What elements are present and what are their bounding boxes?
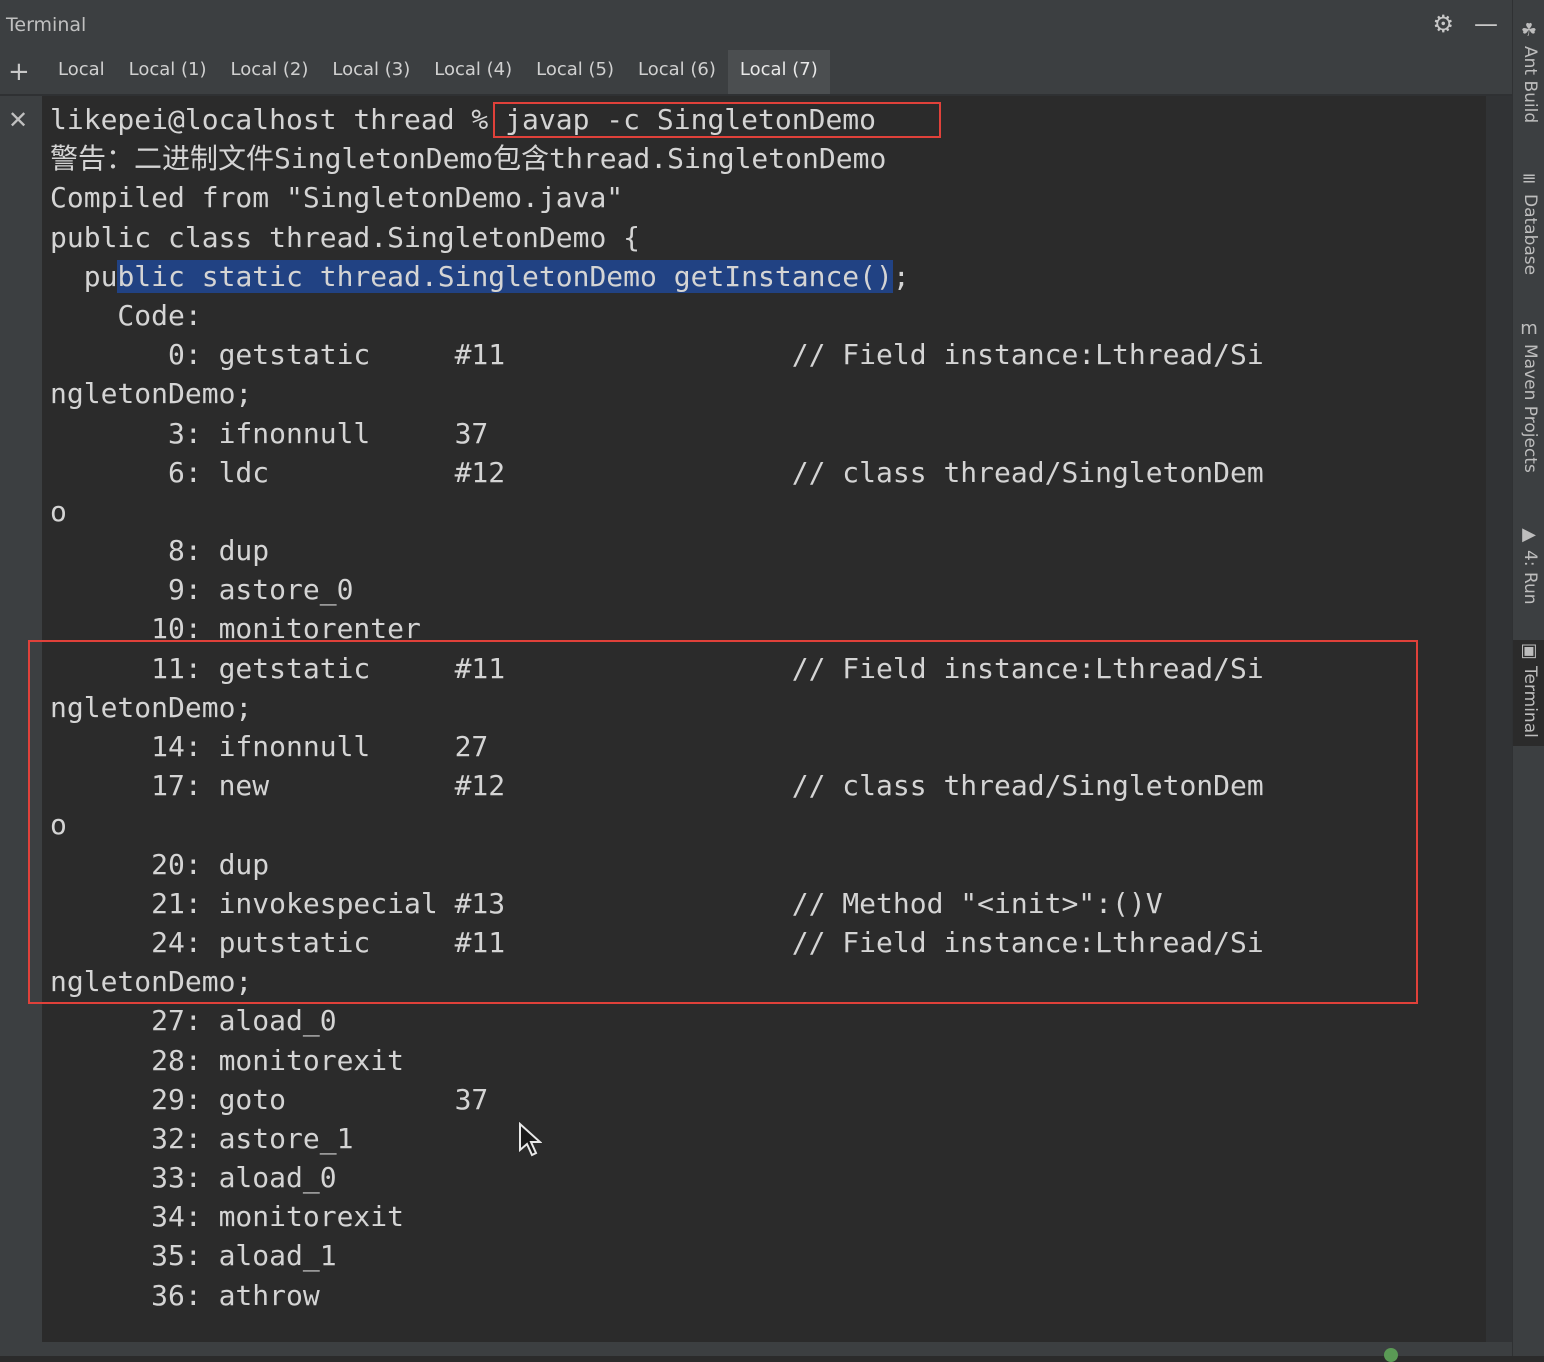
plus-icon[interactable]: + — [8, 58, 30, 86]
status-indicator-icon — [1384, 1348, 1398, 1362]
tab-local-5[interactable]: Local (5) — [524, 50, 626, 94]
output-line: 27: aload_0 — [50, 1004, 337, 1038]
run-icon: ▶ — [1522, 524, 1536, 545]
selected-text: blic static thread.SingletonDemo getInst… — [117, 259, 893, 293]
line-text: pu — [50, 259, 118, 293]
side-tool-maven[interactable]: m Maven Projects — [1513, 318, 1544, 473]
code-highlight-box — [28, 640, 1418, 1004]
side-tool-label: Maven Projects — [1520, 344, 1540, 473]
output-line: 32: astore_1 — [50, 1121, 354, 1155]
maven-icon: m — [1520, 318, 1538, 339]
output-line: 3: ifnonnull 37 — [50, 416, 489, 450]
output-line: 6: ldc #12 // class thread/SingletonDem — [50, 455, 1264, 489]
tab-local-4[interactable]: Local (4) — [422, 50, 524, 94]
close-icon[interactable]: ✕ — [8, 106, 28, 134]
line-text: ; — [892, 259, 910, 293]
output-line: 33: aload_0 — [50, 1161, 337, 1195]
tab-local-2[interactable]: Local (2) — [219, 50, 321, 94]
scrollbar[interactable] — [1486, 96, 1512, 1342]
side-tool-ant-build[interactable]: ☘ Ant Build — [1513, 20, 1544, 123]
header-actions: ⚙ — — [1432, 12, 1498, 36]
side-tool-label: Database — [1520, 194, 1540, 276]
side-tool-label: Ant Build — [1520, 46, 1540, 124]
output-line: 29: goto 37 — [50, 1082, 489, 1116]
output-line: Compiled from "SingletonDemo.java" — [50, 181, 624, 215]
minimize-icon[interactable]: — — [1474, 12, 1498, 36]
output-line: 34: monitorexit — [50, 1200, 405, 1234]
output-line: 9: astore_0 — [50, 573, 354, 607]
tab-local[interactable]: Local — [46, 50, 117, 94]
tool-window-title: Terminal — [6, 14, 87, 36]
output-line: 警告：二进制文件SingletonDemo包含thread.SingletonD… — [50, 142, 887, 176]
side-tool-label: Terminal — [1520, 666, 1540, 738]
output-line: ngletonDemo; — [50, 377, 253, 411]
tab-local-7[interactable]: Local (7) — [727, 50, 830, 94]
output-line: public static thread.SingletonDemo getIn… — [50, 257, 1264, 296]
tool-window-header: Terminal ⚙ — — [0, 0, 1512, 51]
database-icon: ≡ — [1521, 168, 1537, 189]
output-line: o — [50, 494, 67, 528]
gear-icon[interactable]: ⚙ — [1432, 12, 1454, 36]
terminal-icon: ▣ — [1520, 640, 1538, 661]
output-line: Code: — [50, 298, 202, 332]
status-bar — [0, 1342, 1512, 1362]
output-line: 0: getstatic #11 // Field instance:Lthre… — [50, 338, 1264, 372]
tab-local-1[interactable]: Local (1) — [117, 50, 219, 94]
side-tool-label: 4: Run — [1520, 550, 1540, 605]
output-line: 36: athrow — [50, 1278, 320, 1312]
output-line: public class thread.SingletonDemo { — [50, 220, 641, 254]
tab-list: Local Local (1) Local (2) Local (3) Local (4… — [46, 50, 830, 94]
prompt: likepei@localhost thread % — [50, 103, 506, 136]
side-tool-database[interactable]: ≡ Database — [1513, 168, 1544, 275]
side-tool-terminal[interactable]: ▣ Terminal — [1513, 640, 1544, 746]
ant-icon: ☘ — [1520, 20, 1538, 41]
tab-local-6[interactable]: Local (6) — [626, 50, 728, 94]
output-line: 8: dup — [50, 534, 270, 568]
output-line: 28: monitorexit — [50, 1043, 405, 1077]
side-tool-run[interactable]: ▶ 4: Run — [1513, 524, 1544, 605]
tab-local-3[interactable]: Local (3) — [320, 50, 422, 94]
mouse-cursor-icon — [518, 1121, 543, 1162]
command-highlight-box — [493, 102, 941, 138]
right-tool-strip: ☘ Ant Build ≡ Database m Maven Projects … — [1512, 0, 1544, 1356]
terminal-tab-bar: + Local Local (1) Local (2) Local (3) Local … — [0, 50, 1512, 96]
output-line: 35: aload_1 — [50, 1239, 337, 1273]
